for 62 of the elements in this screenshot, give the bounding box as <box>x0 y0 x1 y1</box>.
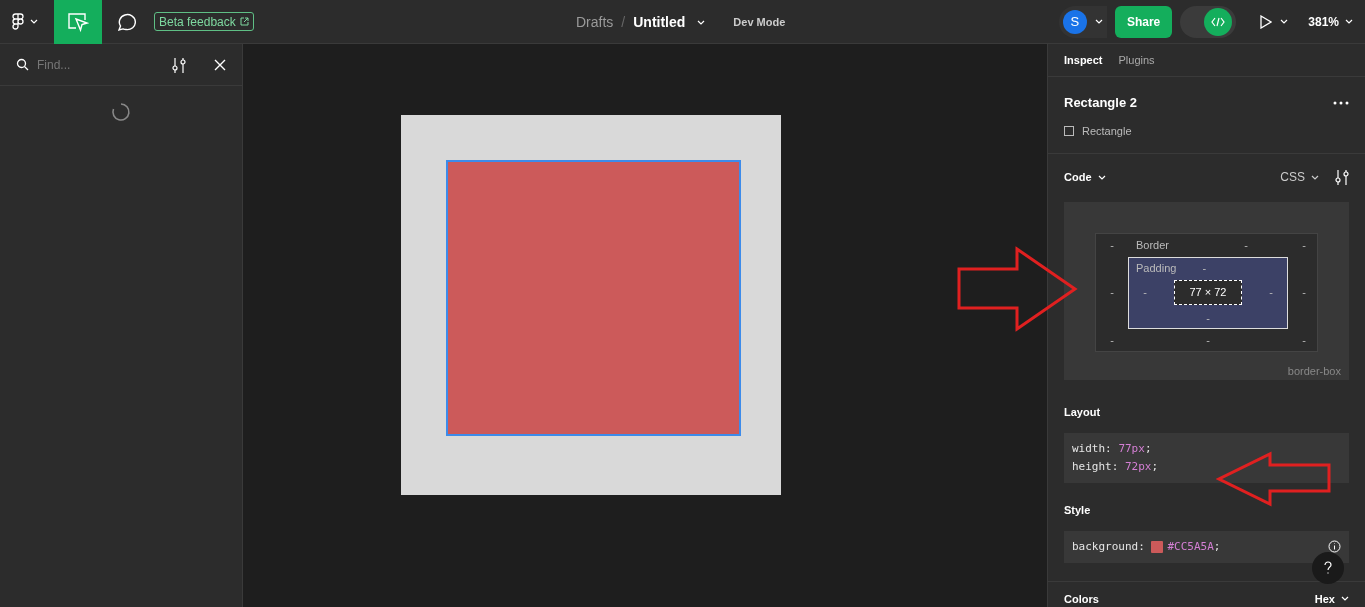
padding-label: Padding <box>1136 261 1177 277</box>
box-value: - <box>1302 237 1306 253</box>
zoom-dropdown[interactable]: 381% <box>1308 12 1353 31</box>
box-value: - <box>1302 332 1306 348</box>
code-line: width: 77px; <box>1072 440 1153 457</box>
breadcrumb-folder[interactable]: Drafts <box>576 11 614 33</box>
box-value: - <box>1110 332 1114 348</box>
rectangle-icon <box>1064 125 1074 136</box>
size-value: 77 × 72 <box>1174 280 1242 305</box>
mode-label: Dev Mode <box>733 14 786 30</box>
chevron-down-icon <box>1345 19 1353 24</box>
close-icon[interactable] <box>214 58 226 71</box>
search-icon <box>16 58 29 71</box>
layer-title: Rectangle 2 <box>1064 94 1137 112</box>
more-icon[interactable] <box>1333 100 1349 105</box>
play-icon <box>1260 14 1273 29</box>
box-value: - <box>1143 285 1147 301</box>
section-title: Colors <box>1064 591 1099 607</box>
code-line: background: #CC5A5A; <box>1072 538 1222 555</box>
box-value: - <box>1206 332 1210 348</box>
sliders-icon[interactable] <box>172 56 186 73</box>
section-title: Layout <box>1064 405 1101 418</box>
sliders-icon[interactable] <box>1335 169 1349 185</box>
box-value: - <box>1302 285 1306 301</box>
file-name-dropdown[interactable]: Untitled <box>633 11 706 33</box>
dev-mode-toggle[interactable] <box>1180 5 1237 38</box>
box-value: - <box>1110 237 1114 253</box>
box-sizing-label: border-box <box>1287 364 1341 379</box>
comment-icon <box>116 11 136 32</box>
border-label: Border <box>1136 237 1170 253</box>
language-dropdown[interactable]: CSS <box>1280 168 1319 186</box>
code-dropdown[interactable]: Code <box>1064 168 1106 186</box>
chevron-down-icon <box>697 19 706 25</box>
chevron-down-icon <box>1280 19 1289 24</box>
chevron-down-icon <box>1341 596 1349 602</box>
external-link-icon <box>239 17 249 26</box>
box-value: - <box>1202 261 1207 277</box>
logo-icon <box>12 12 24 31</box>
beta-feedback-link[interactable]: Beta feedback <box>154 12 254 31</box>
box-value: - <box>1206 311 1210 324</box>
cursor-icon <box>67 10 89 33</box>
box-value: - <box>1110 285 1114 301</box>
layer-type: Rectangle <box>1082 123 1132 139</box>
find-field[interactable]: Find... <box>37 55 164 74</box>
chevron-down-icon <box>30 19 38 24</box>
user-avatar: S <box>1062 9 1087 34</box>
chevron-down-icon <box>1094 19 1103 24</box>
code-icon <box>1211 16 1226 27</box>
chevron-down-icon <box>1097 174 1106 180</box>
color-format-dropdown[interactable]: Hex <box>1314 590 1349 607</box>
box-value: - <box>1244 237 1248 253</box>
chevron-down-icon <box>1311 174 1319 180</box>
info-icon[interactable] <box>1328 540 1341 553</box>
panel-tab[interactable]: Plugins <box>1118 51 1155 69</box>
box-value: - <box>1269 285 1273 301</box>
question-icon <box>1323 561 1333 575</box>
user-menu-button[interactable]: S <box>1058 5 1107 38</box>
present-button[interactable] <box>1260 14 1289 29</box>
code-line: height: 72px; <box>1072 458 1160 475</box>
section-title: Style <box>1064 503 1091 516</box>
breadcrumb-separator: / <box>621 12 626 32</box>
panel-tab[interactable]: Inspect <box>1064 51 1103 69</box>
